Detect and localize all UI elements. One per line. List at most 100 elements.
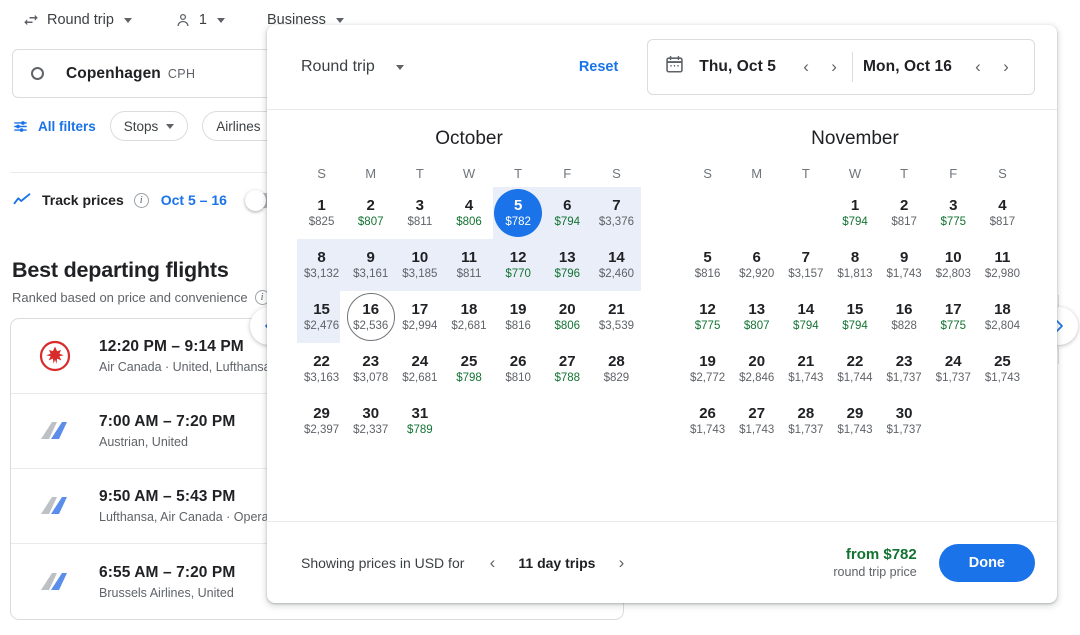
passengers-selector[interactable]: 1 (166, 7, 233, 33)
calendar-day-cell[interactable]: 2 $807 (346, 187, 395, 239)
return-next-button[interactable]: › (992, 57, 1020, 77)
departure-prev-button[interactable]: ‹ (792, 57, 820, 77)
calendar-day-price: $1,743 (739, 424, 775, 436)
calendar-day-cell[interactable]: 12 $770 (494, 239, 543, 291)
calendar-day-number: 7 (612, 197, 621, 214)
circle-dot-icon (31, 67, 44, 80)
calendar-day-cell[interactable]: 1 $825 (297, 187, 346, 239)
calendar-day-cell[interactable]: 14 $2,460 (592, 239, 641, 291)
calendar-day-cell[interactable]: 17 $2,994 (395, 291, 444, 343)
calendar-day-cell[interactable]: 10 $3,185 (395, 239, 444, 291)
all-filters-button[interactable]: All filters (12, 118, 96, 135)
calendar-day-cell[interactable]: 6 $2,920 (732, 239, 781, 291)
calendar-day-number: 5 (513, 197, 523, 214)
calendar-day-cell[interactable]: 21 $1,743 (781, 343, 830, 395)
calendar-day-cell[interactable]: 11 $2,980 (978, 239, 1027, 291)
calendar-day-cell[interactable]: 24 $2,681 (395, 343, 444, 395)
chevron-down-icon (166, 123, 175, 129)
calendar-day-cell[interactable]: 30 $2,337 (346, 395, 395, 447)
calendar-day-cell[interactable]: 22 $1,744 (830, 343, 879, 395)
calendar-day-cell[interactable]: 21 $3,539 (592, 291, 641, 343)
calendar-day-cell[interactable]: 19 $816 (494, 291, 543, 343)
departure-date-value[interactable]: Thu, Oct 5 (699, 58, 776, 76)
calendar-day-cell[interactable]: 5 $782 (494, 187, 543, 239)
calendar-day-cell[interactable]: 26 $810 (494, 343, 543, 395)
calendar-day-cell[interactable]: 2 $817 (880, 187, 929, 239)
calendar-day-cell[interactable]: 4 $817 (978, 187, 1027, 239)
calendar-day-cell[interactable]: 25 $798 (444, 343, 493, 395)
calendar-day-cell[interactable]: 15 $2,476 (297, 291, 346, 343)
calendar-day-cell[interactable]: 4 $806 (444, 187, 493, 239)
calendar-day-cell[interactable]: 24 $1,737 (929, 343, 978, 395)
calendar-day-cell[interactable]: 11 $811 (444, 239, 493, 291)
calendar-day-cell[interactable]: 29 $2,397 (297, 395, 346, 447)
calendar-day-cell[interactable]: 7 $3,157 (781, 239, 830, 291)
calendar-day-cell[interactable]: 20 $2,846 (732, 343, 781, 395)
trip-type-selector[interactable]: Round trip (14, 7, 140, 33)
calendar-day-cell[interactable]: 20 $806 (543, 291, 592, 343)
calendar-day-cell[interactable]: 30 $1,737 (880, 395, 929, 447)
calendar-day-number: 17 (411, 301, 429, 318)
calendar-day-cell[interactable]: 25 $1,743 (978, 343, 1027, 395)
calendar-day-cell[interactable]: 5 $816 (683, 239, 732, 291)
calendar-day-cell[interactable]: 16 $828 (880, 291, 929, 343)
calendar-day-cell[interactable]: 13 $807 (732, 291, 781, 343)
calendar-day-number: 11 (994, 249, 1011, 266)
calendar-day-cell[interactable]: 31 $789 (395, 395, 444, 447)
reset-button[interactable]: Reset (579, 59, 619, 75)
calendar-day-cell[interactable]: 18 $2,804 (978, 291, 1027, 343)
calendar-day-cell[interactable]: 9 $1,743 (880, 239, 929, 291)
calendar-day-price: $3,132 (303, 268, 340, 280)
calendar-day-cell[interactable]: 3 $775 (929, 187, 978, 239)
calendar-day-cell[interactable]: 9 $3,161 (346, 239, 395, 291)
calendar-day-cell[interactable]: 27 $1,743 (732, 395, 781, 447)
calendar-day-cell[interactable]: 13 $796 (543, 239, 592, 291)
dialog-trip-type-selector[interactable]: Round trip (301, 58, 404, 76)
calendar-day-number: 22 (846, 353, 864, 370)
info-icon[interactable]: i (133, 192, 149, 208)
return-prev-button[interactable]: ‹ (964, 57, 992, 77)
calendar-day-cell[interactable]: 3 $811 (395, 187, 444, 239)
weekday-label: S (703, 166, 712, 181)
trip-length-prev-button[interactable]: ‹ (478, 553, 506, 573)
calendar-day-cell[interactable]: 23 $3,078 (346, 343, 395, 395)
calendar-day-cell[interactable]: 26 $1,743 (683, 395, 732, 447)
calendar-day-cell[interactable]: 28 $1,737 (781, 395, 830, 447)
calendar-day-cell[interactable]: 17 $775 (929, 291, 978, 343)
calendar-day-cell[interactable]: 8 $1,813 (830, 239, 879, 291)
calendar-day-price: $3,161 (353, 268, 389, 280)
filter-chip-airlines-label: Airlines (216, 118, 261, 134)
filter-chip-stops[interactable]: Stops (109, 111, 189, 141)
flight-times: 7:00 AM – 7:20 PM (99, 413, 236, 430)
calendar-day-cell[interactable]: 10 $2,803 (929, 239, 978, 291)
calendar-day-cell[interactable]: 1 $794 (830, 187, 879, 239)
calendar-day-number: 16 (362, 301, 380, 318)
calendar-day-cell[interactable]: 6 $794 (543, 187, 592, 239)
calendar-day-cell[interactable]: 22 $3,163 (297, 343, 346, 395)
calendar-day-cell[interactable]: 16 $2,536 (346, 291, 395, 343)
calendar-day-number: 19 (699, 353, 716, 370)
calendar-day-price: $3,376 (598, 216, 634, 228)
calendar-day-cell[interactable]: 27 $788 (543, 343, 592, 395)
flight-details: 6:55 AM – 7:20 PM Brussels Airlines, Uni… (99, 564, 235, 600)
calendar-day-cell[interactable]: 28 $829 (592, 343, 641, 395)
calendar-day-price: $2,846 (739, 372, 775, 384)
return-date-value[interactable]: Mon, Oct 16 (863, 58, 952, 76)
calendar-day-cell[interactable]: 29 $1,743 (830, 395, 879, 447)
trip-length-next-button[interactable]: › (607, 553, 635, 573)
calendar-day-cell[interactable]: 23 $1,737 (880, 343, 929, 395)
calendar-day-cell[interactable]: 18 $2,681 (444, 291, 493, 343)
calendar-day-cell[interactable]: 8 $3,132 (297, 239, 346, 291)
calendar-day-cell[interactable]: 12 $775 (683, 291, 732, 343)
calendar-day-cell[interactable]: 15 $794 (830, 291, 879, 343)
departure-next-button[interactable]: › (820, 57, 848, 77)
calendar-day-price: $3,078 (353, 372, 389, 384)
calendar-day-empty (732, 187, 781, 239)
done-button[interactable]: Done (938, 543, 1035, 582)
swap-icon (22, 11, 40, 29)
calendar-day-cell[interactable]: 19 $2,772 (683, 343, 732, 395)
calendar-day-cell[interactable]: 7 $3,376 (592, 187, 641, 239)
divider (1058, 348, 1059, 364)
calendar-week-row: 26 $1,743 27 $1,743 28 $1,737 29 $1,743 30 $1,737 (683, 395, 1027, 447)
calendar-day-cell[interactable]: 14 $794 (781, 291, 830, 343)
